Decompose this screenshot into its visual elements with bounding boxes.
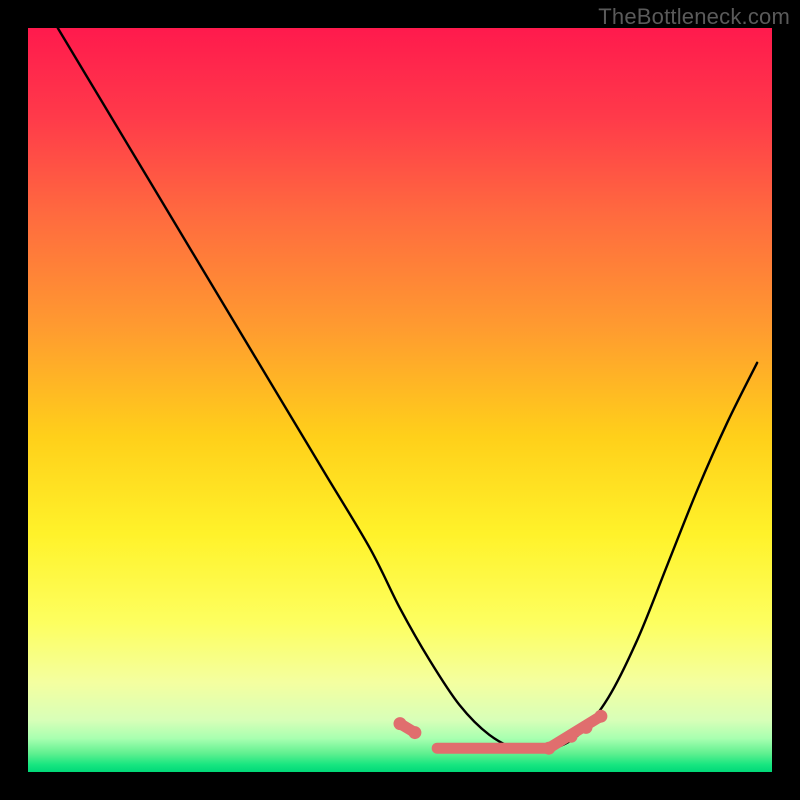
highlight-overlay — [28, 28, 772, 772]
plot-area — [28, 28, 772, 772]
watermark-text: TheBottleneck.com — [598, 4, 790, 30]
chart-stage: TheBottleneck.com — [0, 0, 800, 800]
